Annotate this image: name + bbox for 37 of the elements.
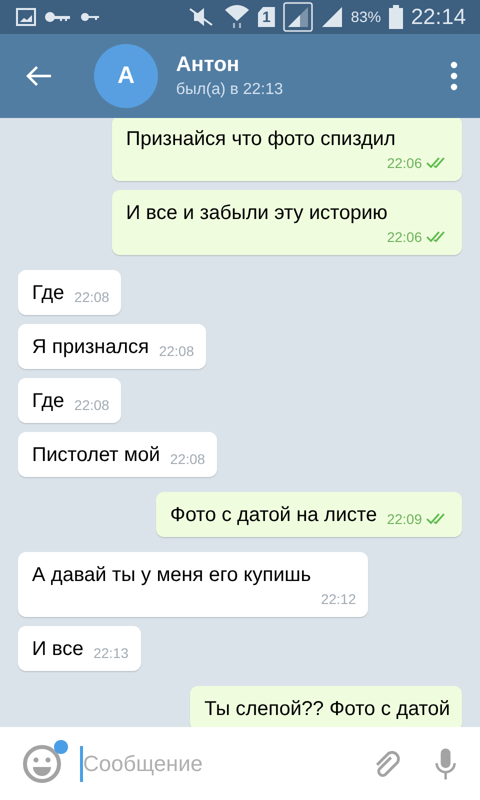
message-text: И все и забыли эту историю	[126, 201, 388, 226]
message-text: Ты слепой?? Фото с датой	[204, 697, 450, 722]
message-text: И все	[32, 637, 84, 662]
message-input[interactable]: Сообщение	[80, 746, 373, 782]
battery-icon	[388, 5, 403, 29]
message-time: 22:08	[170, 450, 206, 468]
message-composer[interactable]: Сообщение	[0, 727, 480, 800]
message-text: А давай ты у меня его купишь	[32, 563, 311, 588]
image-icon	[16, 8, 36, 26]
sim-icon: 1	[258, 7, 275, 27]
message-time: 22:08	[74, 396, 110, 414]
message-time: 22:12	[320, 590, 356, 608]
back-arrow-icon[interactable]	[26, 65, 52, 87]
message-text: Где	[32, 389, 64, 414]
key-icon	[44, 11, 72, 23]
message-time: 22:06	[386, 228, 422, 246]
signal-icon	[320, 6, 343, 28]
battery-percent: 83%	[350, 8, 381, 26]
message-time: 22:08	[158, 342, 194, 360]
last-seen-status: был(а) в 22:13	[176, 81, 284, 99]
message-time: 22:08	[74, 288, 110, 306]
smiley-icon[interactable]	[22, 744, 62, 784]
message-time: 22:13	[93, 644, 129, 662]
message-time: 22:09	[386, 510, 422, 528]
message-text: Где	[32, 281, 64, 306]
key-icon	[80, 12, 100, 22]
message-text: Фото с датой на листе	[170, 503, 377, 528]
contact-name: Антон	[176, 53, 240, 77]
signal-icon	[282, 2, 313, 32]
more-options-icon[interactable]	[450, 61, 458, 91]
message-text: Я признался	[32, 335, 149, 360]
clock-time: 22:14	[410, 4, 466, 30]
message-text: Признайся что фото спиздил	[126, 127, 396, 152]
message-time: 22:06	[386, 154, 422, 172]
avatar[interactable]: А	[94, 44, 158, 108]
message-text: Пистолет мой	[32, 443, 160, 468]
wifi-icon	[224, 5, 250, 29]
